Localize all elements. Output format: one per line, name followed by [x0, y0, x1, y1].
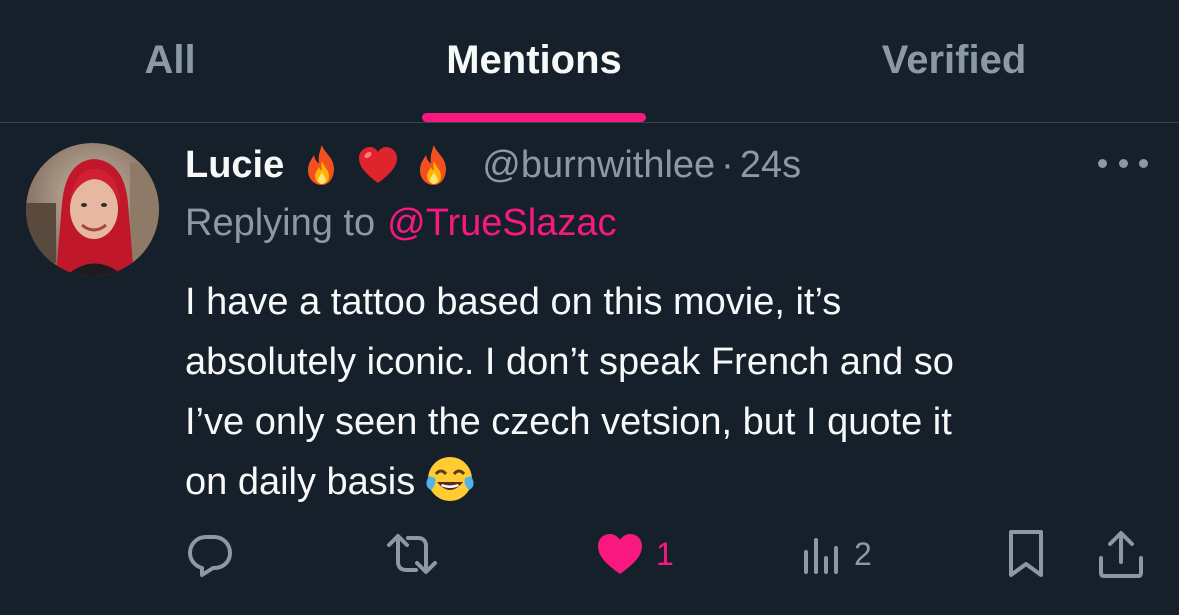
face-with-tears-of-joy-emoji-icon	[426, 457, 474, 501]
fire-emoji-icon	[308, 145, 335, 185]
notification-tabs: All Mentions Verified	[0, 0, 1179, 123]
replying-to-label: Replying to	[185, 201, 376, 244]
share-icon	[1099, 531, 1143, 578]
like-button[interactable]: 1	[596, 528, 674, 580]
analytics-icon	[804, 538, 838, 574]
retweet-button[interactable]	[385, 528, 439, 580]
fire-emoji-icon	[420, 145, 447, 185]
author-handle[interactable]: @burnwithlee	[482, 144, 715, 187]
active-tab-indicator	[422, 113, 646, 122]
tweet-text-line: absolutely iconic. I don’t speak French …	[185, 341, 954, 383]
more-options-icon[interactable]	[1098, 150, 1148, 176]
author-name[interactable]: Lucie	[185, 144, 284, 187]
like-count: 1	[656, 535, 674, 572]
tweet-timestamp[interactable]: 24s	[740, 144, 801, 187]
tweet-actions: 1 2	[0, 520, 1179, 590]
heart-icon	[598, 534, 642, 574]
tab-mentions[interactable]: Mentions	[400, 30, 668, 90]
tweet-text-line-last: on daily basis	[185, 452, 1145, 512]
tweet-header: Lucie @burnwithlee · 24s	[185, 137, 801, 193]
replying-to-line: Replying to @TrueSlazac	[185, 195, 616, 251]
bookmark-button[interactable]	[1002, 528, 1050, 580]
tab-all[interactable]: All	[90, 30, 250, 90]
views-button[interactable]: 2	[800, 528, 872, 580]
replying-to-mention[interactable]: @TrueSlazac	[387, 202, 616, 245]
red-heart-emoji-icon	[359, 147, 398, 183]
tweet-text-last: on daily basis	[185, 461, 416, 503]
views-count: 2	[854, 535, 872, 572]
comment-icon	[188, 535, 232, 577]
retweet-icon	[387, 534, 437, 574]
tweet-text-line: I have a tattoo based on this movie, it’…	[185, 281, 842, 323]
avatar[interactable]	[26, 143, 159, 276]
tweet-text: I have a tattoo based on this movie, it’…	[185, 272, 1145, 512]
share-button[interactable]	[1096, 528, 1146, 580]
tab-verified[interactable]: Verified	[820, 30, 1088, 90]
bookmark-icon	[1009, 530, 1043, 577]
separator-dot: ·	[721, 143, 734, 186]
reply-button[interactable]	[186, 528, 234, 580]
tweet-text-line: I’ve only seen the czech vetsion, but I …	[185, 401, 952, 443]
